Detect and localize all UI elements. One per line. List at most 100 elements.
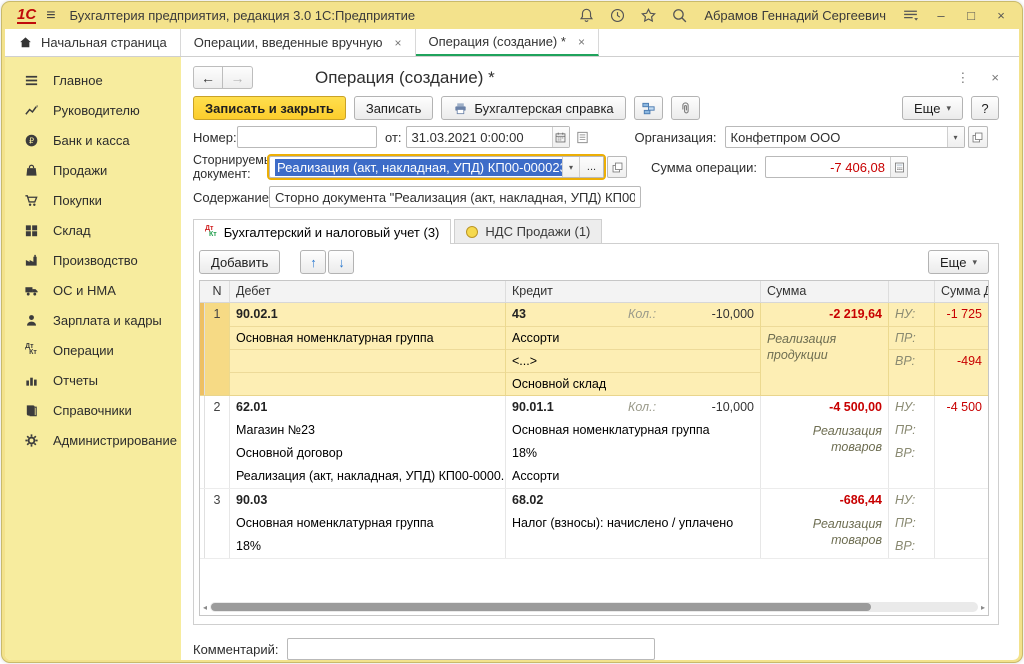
save-and-close-button[interactable]: Записать и закрыть: [193, 96, 346, 120]
document-tabs: ДтКт Бухгалтерский и налоговый учет (3) …: [193, 217, 999, 243]
open-icon[interactable]: [968, 126, 988, 148]
comment-input[interactable]: [287, 638, 655, 660]
truck-icon: [22, 283, 40, 298]
organization-select[interactable]: Конфетпром ООО ▾: [725, 126, 965, 148]
trend-chart-icon: [22, 103, 40, 118]
add-row-button[interactable]: Добавить: [199, 250, 280, 274]
open-list-icon[interactable]: [573, 126, 593, 148]
main-menu-icon[interactable]: ≡: [46, 7, 55, 25]
search-icon[interactable]: [671, 7, 688, 24]
table-row[interactable]: 1 90.02.1 Основная номенклатурная группа…: [200, 303, 988, 396]
tab-close-icon[interactable]: ×: [578, 35, 585, 49]
content-input[interactable]: Сторно документа "Реализация (акт, накла…: [269, 186, 641, 208]
sidebar-item-operacii[interactable]: ДтКт Операции: [5, 335, 181, 365]
app-window: 1С ≡ Бухгалтерия предприятия, редакция 3…: [1, 1, 1023, 663]
sidebar-item-bank-kassa[interactable]: ₽ Банк и касса: [5, 125, 181, 155]
move-up-button[interactable]: ↑: [300, 250, 326, 274]
sum-note: Реализация товаров: [761, 512, 888, 548]
sum-note: Реализация товаров: [761, 419, 888, 455]
save-button[interactable]: Записать: [354, 96, 434, 120]
table-row[interactable]: 3 90.03 Основная номенклатурная группа 1…: [200, 489, 988, 559]
accounting-reference-button[interactable]: Бухгалтерская справка: [441, 96, 625, 120]
coin-icon: [466, 226, 478, 238]
storno-doc-label: Сторнируемый документ:: [193, 153, 269, 181]
posting-structure-button[interactable]: [634, 96, 663, 120]
notifications-bell-icon[interactable]: [578, 7, 595, 24]
scroll-left-icon[interactable]: ◂: [203, 603, 207, 612]
quantity: -10,000: [684, 303, 754, 326]
table-more-button[interactable]: Еще▾: [928, 250, 989, 274]
credit-account: 90.01.1: [512, 396, 628, 419]
more-button[interactable]: Еще▾: [902, 96, 963, 120]
sidebar-item-pokupki[interactable]: Покупки: [5, 185, 181, 215]
tab-manual-operations[interactable]: Операции, введенные вручную ×: [181, 29, 416, 56]
col-sum-dt: Сумма Дт: [935, 281, 988, 302]
operation-amount-label: Сумма операции:: [651, 160, 757, 175]
date-label: от:: [385, 130, 402, 145]
chevron-down-icon: ▾: [946, 103, 951, 114]
maximize-button[interactable]: □: [963, 8, 979, 23]
app-title: Бухгалтерия предприятия, редакция 3.0 1С…: [70, 8, 416, 23]
sidebar-item-proizvodstvo[interactable]: Производство: [5, 245, 181, 275]
storno-doc-select[interactable]: Реализация (акт, накладная, УПД) КП00-00…: [269, 156, 604, 178]
move-down-button[interactable]: ↓: [328, 250, 354, 274]
quantity: [684, 489, 754, 512]
debit-account: 90.02.1: [230, 303, 505, 326]
date-input[interactable]: 31.03.2021 0:00:00: [406, 126, 570, 148]
sidebar-item-rukovoditelyu[interactable]: Руководителю: [5, 95, 181, 125]
form-close-icon[interactable]: ×: [991, 70, 999, 86]
operation-amount-input[interactable]: -7 406,08: [765, 156, 908, 178]
table-header: N Дебет Кредит Сумма Сумма Дт: [200, 281, 988, 303]
number-input[interactable]: [237, 126, 377, 148]
form-overflow-icon[interactable]: ⋮: [956, 70, 969, 86]
tab-label: Операции, введенные вручную: [194, 35, 383, 50]
content-label: Содержание:: [193, 190, 269, 205]
favorites-star-icon[interactable]: [640, 7, 657, 24]
tab-close-icon[interactable]: ×: [395, 36, 402, 50]
tab-operation-new[interactable]: Операция (создание) * ×: [416, 29, 599, 56]
horizontal-scrollbar[interactable]: ◂ ▸: [200, 601, 988, 615]
sidebar-item-os-nma[interactable]: ОС и НМА: [5, 275, 181, 305]
current-user[interactable]: Абрамов Геннадий Сергеевич: [704, 8, 886, 23]
credit-account: 68.02: [512, 489, 628, 512]
comment-label: Комментарий:: [193, 642, 279, 657]
chevron-down-icon[interactable]: ▾: [947, 127, 964, 147]
window-close-button[interactable]: ×: [993, 8, 1009, 23]
1c-logo: 1С: [17, 7, 36, 24]
form-title: Операция (создание) *: [315, 68, 495, 88]
sum-value: -2 219,64: [761, 303, 888, 326]
scrollbar-thumb[interactable]: [211, 603, 871, 611]
help-button[interactable]: ?: [971, 96, 999, 120]
titlebar: 1С ≡ Бухгалтерия предприятия, редакция 3…: [5, 2, 1019, 29]
choose-ellipsis-button[interactable]: ...: [579, 157, 603, 177]
sidebar-item-administrirovanie[interactable]: Администрирование: [5, 425, 181, 455]
calculator-icon[interactable]: [890, 157, 907, 177]
sidebar-item-prodazhi[interactable]: Продажи: [5, 155, 181, 185]
tab-vat-sales[interactable]: НДС Продажи (1): [454, 219, 602, 243]
nav-forward-button[interactable]: →: [223, 66, 253, 89]
tab-home[interactable]: Начальная страница: [5, 29, 181, 56]
sections-icon: [22, 73, 40, 88]
sidebar-item-spravochniki[interactable]: Справочники: [5, 395, 181, 425]
cart-icon: [22, 193, 40, 208]
chevron-down-icon[interactable]: ▾: [562, 157, 579, 177]
sidebar-item-zarplata-kadry[interactable]: Зарплата и кадры: [5, 305, 181, 335]
tab-accounting-tax[interactable]: ДтКт Бухгалтерский и налоговый учет (3): [193, 219, 451, 244]
sidebar-item-glavnoe[interactable]: Главное: [5, 65, 181, 95]
sidebar-item-otchety[interactable]: Отчеты: [5, 365, 181, 395]
sidebar-item-sklad[interactable]: Склад: [5, 215, 181, 245]
nav-back-button[interactable]: ←: [193, 66, 223, 89]
number-label: Номер:: [193, 130, 237, 145]
tab-label: Операция (создание) *: [429, 34, 566, 49]
scroll-right-icon[interactable]: ▸: [981, 603, 985, 612]
open-icon[interactable]: [607, 156, 627, 178]
book-icon: [22, 403, 40, 418]
debit-account: 90.03: [230, 489, 505, 512]
table-row[interactable]: 2 62.01 Магазин №23 Основной договор Реа…: [200, 396, 988, 489]
attachments-button[interactable]: [671, 96, 700, 120]
minimize-button[interactable]: –: [933, 8, 949, 23]
history-icon[interactable]: [609, 7, 626, 24]
service-menu-icon[interactable]: [902, 7, 919, 24]
structure-icon: [641, 101, 656, 116]
calendar-icon[interactable]: [552, 127, 569, 147]
